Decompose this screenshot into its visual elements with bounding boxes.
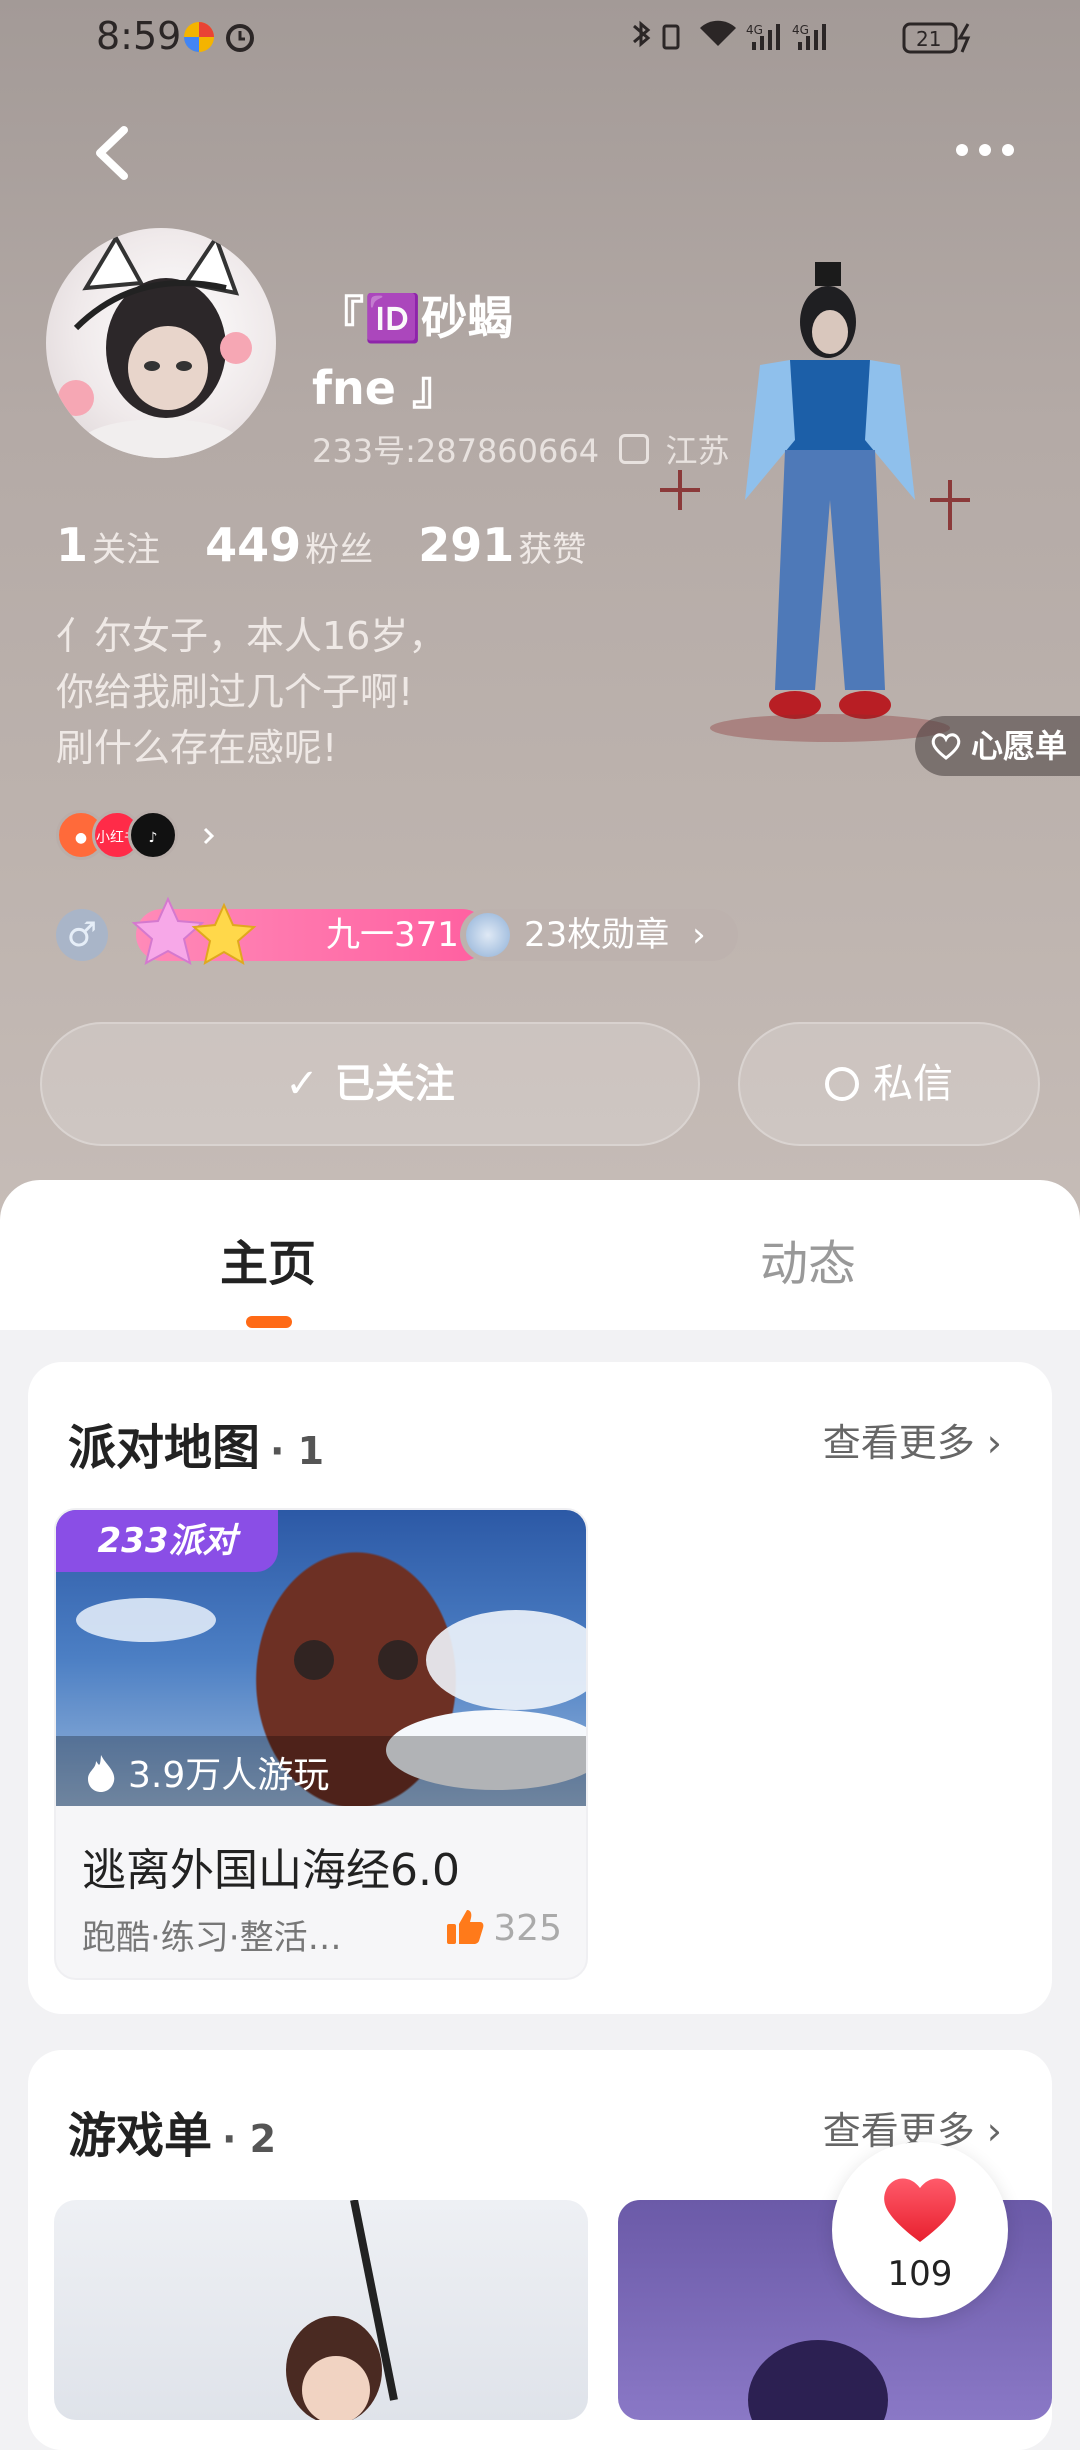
tab-home[interactable]: 主页 <box>220 1224 316 1294</box>
chevron-right-icon: › <box>692 915 706 955</box>
section-title: 游戏单 · 2 <box>68 2108 277 2164</box>
douyin-icon: ♪ <box>128 810 178 860</box>
system-status-icons: 4G 4G 21 <box>633 20 971 54</box>
chevron-right-icon: › <box>986 1421 1002 1465</box>
tab-bar: 主页 动态 <box>0 1180 1080 1330</box>
avatar[interactable] <box>46 228 276 458</box>
play-count: 3.9万人游玩 <box>84 1746 329 1798</box>
map-name: 逃离外国山海经6.0 <box>82 1845 460 1896</box>
map-likes: 325 <box>445 1908 562 1949</box>
party-maps-card: 派对地图 · 1 查看更多 › 233派对 3.9万人游玩 逃离外国山海经6.0 … <box>28 1362 1052 2014</box>
star-level-icon <box>131 896 257 966</box>
message-button[interactable]: 私信 <box>738 1022 1040 1146</box>
stat-likes[interactable]: 291 获赞 <box>418 518 626 572</box>
heart-count: 109 <box>887 2254 953 2294</box>
back-icon[interactable] <box>84 118 144 188</box>
tab-activity[interactable]: 动态 <box>760 1224 856 1294</box>
chevron-right-icon: › <box>986 2109 1002 2153</box>
profile-bio: 亻尔女子，本人16岁， 你给我刷过几个子啊! 刷什么存在感呢! <box>56 614 447 770</box>
see-more-link[interactable]: 查看更多 › <box>823 1412 1002 1467</box>
flame-icon <box>88 1755 115 1792</box>
section-title: 派对地图 · 1 <box>68 1420 325 1476</box>
map-thumbnail: 233派对 3.9万人游玩 <box>56 1510 586 1806</box>
heart-icon <box>884 2178 956 2242</box>
profile-header: 8:59 4G 4G 21 『🆔砂蝎 fne 』 233号:287860664 … <box>0 0 1080 1220</box>
profile-stats: 1 关注 449 粉丝 291 获赞 <box>56 518 626 572</box>
party-233-badge: 233派对 <box>56 1510 278 1572</box>
medals-badge[interactable]: 23枚勋章 › <box>460 909 738 961</box>
status-time: 8:59 <box>96 14 182 58</box>
medal-icon <box>466 913 510 957</box>
tab-active-indicator <box>246 1316 292 1328</box>
game-list-item-1[interactable] <box>54 2200 588 2420</box>
notification-icons <box>184 22 254 52</box>
heart-outline-icon <box>931 733 961 760</box>
chevron-right-icon <box>203 827 215 845</box>
avatar-image <box>58 233 252 458</box>
svg-text:4G: 4G <box>746 23 763 37</box>
profile-name-line1: 『🆔砂蝎 <box>318 291 514 345</box>
profile-id: 233号:287860664 <box>312 432 600 470</box>
map-tags: 跑酷·练习·整活… <box>82 1918 342 1958</box>
more-options-icon[interactable] <box>950 120 1020 180</box>
wishlist-button[interactable]: 心愿单 <box>915 716 1080 776</box>
svg-text:4G: 4G <box>792 23 809 37</box>
game-list-thumbnail <box>286 2200 398 2420</box>
check-icon: ✓ <box>285 1061 319 1107</box>
thumbs-up-icon <box>447 1910 484 1944</box>
stat-following[interactable]: 1 关注 <box>56 518 200 572</box>
party-map-item[interactable]: 233派对 3.9万人游玩 逃离外国山海经6.0 跑酷·练习·整活… 325 <box>54 1508 588 1980</box>
gender-male-icon: ♂ <box>56 909 108 961</box>
following-button[interactable]: ✓ 已关注 <box>40 1022 700 1146</box>
chat-bubble-icon <box>825 1067 859 1101</box>
like-heart-button[interactable]: 109 <box>832 2142 1008 2318</box>
status-bar: 8:59 4G 4G 21 <box>0 0 1080 76</box>
profile-name-line2: fne 』 <box>312 361 458 415</box>
3d-character-image[interactable] <box>620 250 1060 770</box>
stat-followers[interactable]: 449 粉丝 <box>205 518 413 572</box>
svg-text:21: 21 <box>916 27 941 51</box>
